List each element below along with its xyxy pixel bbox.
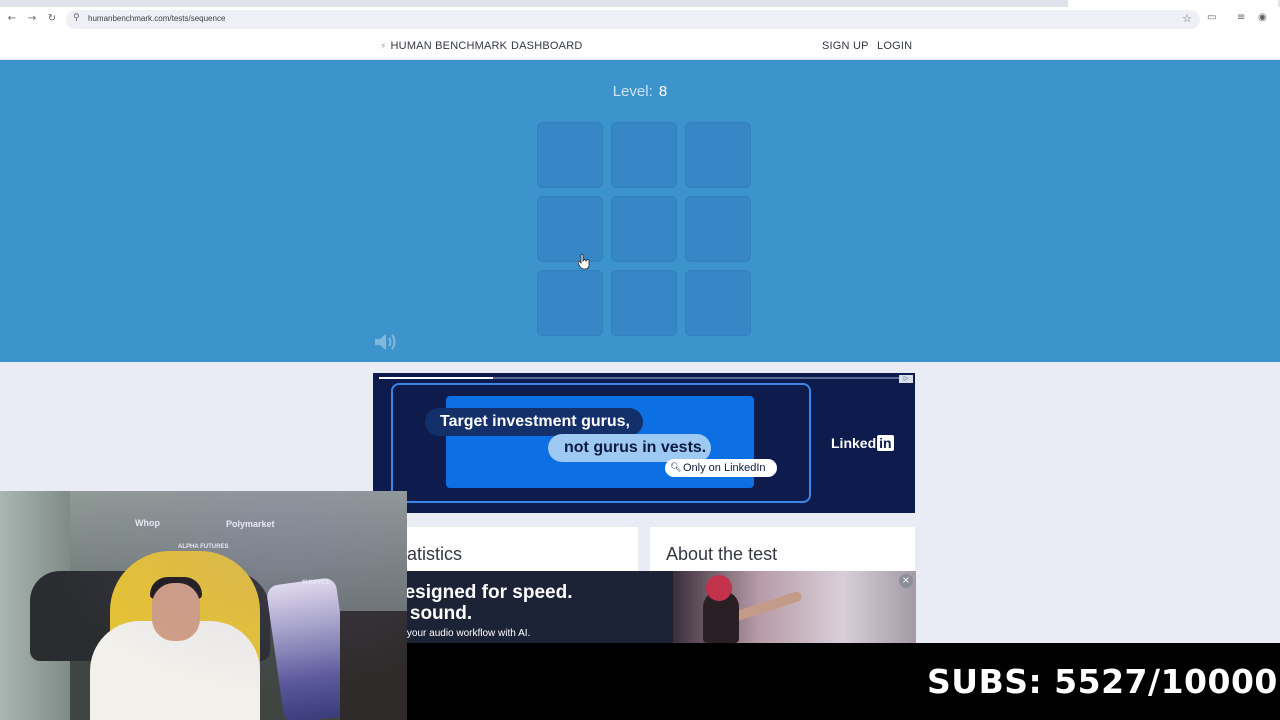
level-value: 8: [658, 83, 668, 100]
ad-progress-fill: [379, 377, 494, 379]
ad-search-pill: 🔍︎ Only on LinkedIn: [665, 459, 777, 477]
shuffle-logo: SHUFFLE: [302, 580, 330, 586]
tile-5[interactable]: [611, 196, 677, 262]
address-bar[interactable]: ⚲ humanbenchmark.com/tests/sequence ☆: [66, 10, 1200, 29]
linkedin-logo: Linked in: [831, 435, 894, 451]
polymarket-logo: Polymarket: [226, 519, 275, 529]
about-title: About the test: [666, 544, 778, 564]
bolt-icon: ⚡: [380, 42, 387, 52]
level-indicator: Level: 8: [0, 83, 1280, 100]
tile-4[interactable]: [537, 196, 603, 262]
site-nav: ⚡ HUMAN BENCHMARK DASHBOARD SIGN UP LOGIN: [0, 32, 1280, 60]
tile-7[interactable]: [537, 270, 603, 336]
brand-label: HUMAN BENCHMARK: [390, 40, 508, 52]
browser-toolbar: ← → ↻ ⚲ humanbenchmark.com/tests/sequenc…: [0, 7, 1280, 32]
statistics-title: atistics: [407, 544, 463, 564]
alpha-futures-logo: ALPHA FUTURES: [178, 544, 229, 550]
search-icon: 🔍︎: [670, 463, 682, 473]
mouse-cursor-icon: [578, 254, 590, 270]
ad-headline-1: Target investment gurus,: [425, 408, 643, 436]
linkedin-ad[interactable]: ▷ Target investment gurus, not gurus in …: [373, 373, 915, 513]
speaker-icon[interactable]: [373, 332, 401, 352]
ad-audio-subline: up your audio workflow with AI.: [393, 628, 531, 639]
webcam-light: [0, 491, 407, 720]
tile-2[interactable]: [611, 122, 677, 188]
dashboard-link[interactable]: DASHBOARD: [511, 40, 582, 52]
ad-close-icon[interactable]: ×: [899, 574, 913, 588]
media-icon[interactable]: ≡: [1237, 12, 1245, 23]
audio-ad[interactable]: × designed for speed. d sound. up your a…: [373, 571, 916, 643]
active-tab[interactable]: [1068, 0, 1278, 7]
subs-counter: SUBS: 5527/10000: [927, 662, 1278, 701]
ad-audio-headline-1: designed for speed.: [393, 582, 573, 603]
bookmark-star-icon[interactable]: ☆: [1182, 12, 1192, 25]
ad-headline-2: not gurus in vests.: [548, 434, 711, 462]
tile-grid: [537, 122, 751, 336]
tab-strip: [0, 0, 1280, 7]
tile-6[interactable]: [685, 196, 751, 262]
tile-3[interactable]: [685, 122, 751, 188]
linkedin-word: Linked: [831, 435, 877, 451]
tile-1[interactable]: [537, 122, 603, 188]
linkedin-in: in: [877, 435, 894, 451]
forward-icon[interactable]: →: [25, 12, 39, 26]
profile-icon[interactable]: ◉: [1258, 12, 1267, 23]
reload-icon[interactable]: ↻: [45, 12, 59, 26]
brand-link[interactable]: ⚡ HUMAN BENCHMARK: [380, 40, 507, 52]
site-info-icon[interactable]: ⚲: [73, 13, 80, 23]
ad-photo-head: [706, 575, 732, 601]
back-icon[interactable]: ←: [5, 12, 19, 26]
level-label: Level:: [612, 83, 653, 100]
whop-logo: Whop: [135, 518, 160, 528]
ad-progress-bar: [379, 377, 899, 379]
tile-9[interactable]: [685, 270, 751, 336]
sequence-game-area: Level: 8: [0, 60, 1280, 362]
cast-icon[interactable]: ▭: [1207, 12, 1216, 23]
ad-tagline: Only on LinkedIn: [683, 462, 766, 474]
signup-link[interactable]: SIGN UP: [822, 40, 869, 52]
tile-8[interactable]: [611, 270, 677, 336]
adchoices-icon[interactable]: ▷: [899, 375, 913, 383]
webcam-overlay: Whop ALPHA FUTURES Polymarket SHUFFLE: [0, 491, 407, 720]
login-link[interactable]: LOGIN: [877, 40, 912, 52]
url-text[interactable]: humanbenchmark.com/tests/sequence: [88, 14, 225, 23]
